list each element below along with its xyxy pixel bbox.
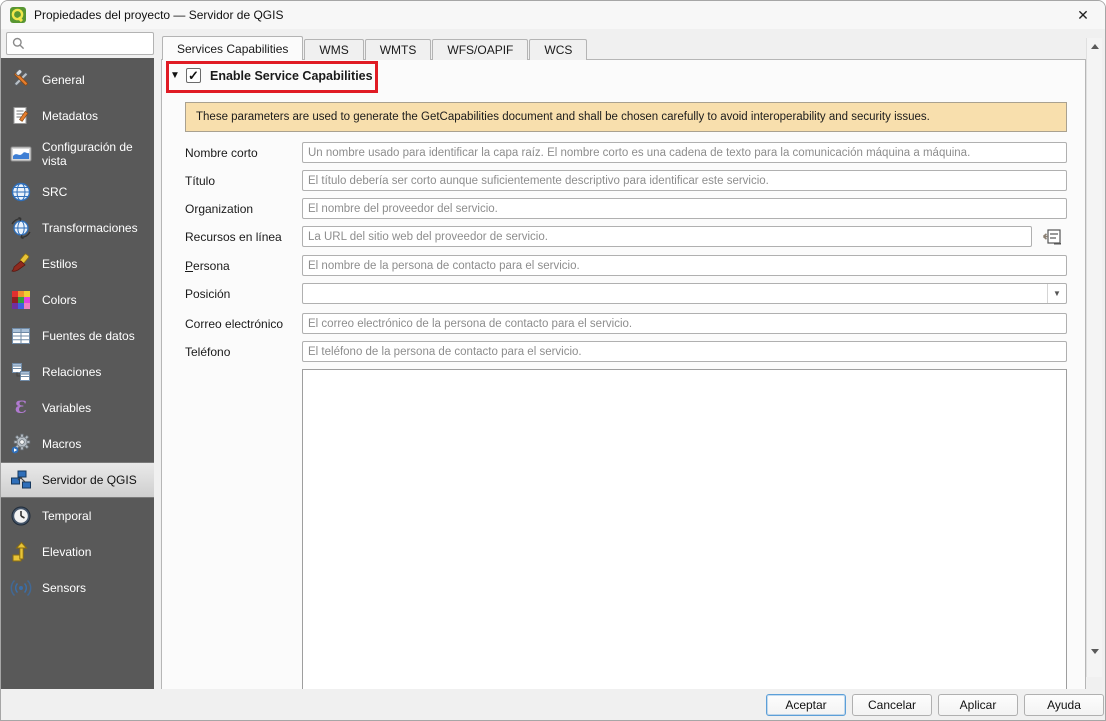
scroll-down-icon[interactable] — [1087, 644, 1103, 659]
abstract-textarea[interactable] — [302, 369, 1067, 692]
enable-service-capabilities-label: Enable Service Capabilities — [210, 69, 373, 83]
line-edit-widget-icon — [1041, 227, 1063, 247]
titulo-label: Título — [185, 174, 215, 188]
sidebar-item-label: Elevation — [42, 545, 91, 559]
telefono-label: Teléfono — [185, 345, 230, 359]
collapse-arrow-icon[interactable]: ▼ — [170, 70, 186, 81]
tab-services-capabilities[interactable]: Services Capabilities — [162, 36, 303, 60]
enable-service-capabilities-header: ▼ ✓ Enable Service Capabilities — [170, 68, 373, 83]
tab-bar: Services Capabilities WMS WMTS WFS/OAPIF… — [162, 36, 588, 60]
sidebar-item-label: General — [42, 73, 85, 87]
sidebar-item-estilos[interactable]: Estilos — [1, 246, 154, 282]
sidebar-item-elevation[interactable]: Elevation — [1, 534, 154, 570]
project-properties-dialog: Propiedades del proyecto — Servidor de Q… — [0, 0, 1106, 721]
sidebar-item-colors[interactable]: Colors — [1, 282, 154, 318]
sidebar-item-label: Temporal — [42, 509, 91, 523]
telefono-input[interactable] — [302, 341, 1067, 362]
sidebar-item-macros[interactable]: Macros — [1, 426, 154, 462]
sidebar-item-label: Estilos — [42, 257, 77, 271]
correo-electronico-input[interactable] — [302, 313, 1067, 334]
signal-icon — [9, 576, 33, 600]
clock-icon — [9, 504, 33, 528]
search-input[interactable] — [25, 33, 153, 54]
organization-label: Organization — [185, 202, 253, 216]
aplicar-button[interactable]: Aplicar — [938, 694, 1018, 716]
aceptar-button[interactable]: Aceptar — [766, 694, 846, 716]
sidebar-item-label: Fuentes de datos — [42, 329, 135, 343]
globe-arrows-icon — [9, 216, 33, 240]
titulo-input[interactable] — [302, 170, 1067, 191]
recursos-en-linea-input[interactable] — [302, 226, 1032, 247]
sidebar-item-label: Relaciones — [42, 365, 101, 379]
chevron-down-icon[interactable]: ▼ — [1047, 284, 1066, 303]
sidebar-item-label: SRC — [42, 185, 67, 199]
sidebar-item-label: Sensors — [42, 581, 86, 595]
document-pencil-icon — [9, 104, 33, 128]
sidebar-item-temporal[interactable]: Temporal — [1, 498, 154, 534]
tables-relation-icon — [9, 360, 33, 384]
persona-label: Persona — [185, 259, 230, 273]
sidebar-item-servidor-de-qgis[interactable]: Servidor de QGIS — [1, 462, 154, 498]
ayuda-button[interactable]: Ayuda — [1024, 694, 1104, 716]
sidebar-item-label: Colors — [42, 293, 77, 307]
title-bar: Propiedades del proyecto — Servidor de Q… — [1, 1, 1105, 29]
sidebar-search — [6, 32, 154, 55]
sidebar-item-label: Macros — [42, 437, 81, 451]
nombre-corto-label: Nombre corto — [185, 146, 258, 160]
search-icon — [12, 37, 25, 50]
sidebar-item-fuentes-de-datos[interactable]: Fuentes de datos — [1, 318, 154, 354]
sidebar-item-variables[interactable]: Ɛ Variables — [1, 390, 154, 426]
tab-wmts[interactable]: WMTS — [365, 39, 432, 60]
sidebar-item-label: Metadatos — [42, 109, 98, 123]
tab-wms[interactable]: WMS — [304, 39, 363, 60]
getcapabilities-warning-banner: These parameters are used to generate th… — [185, 102, 1067, 132]
color-palette-icon — [9, 288, 33, 312]
recursos-en-linea-label: Recursos en línea — [185, 230, 282, 244]
scroll-up-icon[interactable] — [1087, 39, 1103, 54]
enable-service-capabilities-checkbox[interactable]: ✓ — [186, 68, 201, 83]
map-view-icon — [9, 142, 33, 166]
nombre-corto-input[interactable] — [302, 142, 1067, 163]
sidebar-item-sensors[interactable]: Sensors — [1, 570, 154, 606]
elevation-arrow-icon — [9, 540, 33, 564]
paintbrush-icon — [9, 252, 33, 276]
tab-wfs-oapif[interactable]: WFS/OAPIF — [432, 39, 528, 60]
correo-electronico-label: Correo electrónico — [185, 317, 283, 331]
network-computers-icon — [9, 468, 33, 492]
close-icon[interactable]: ✕ — [1061, 1, 1105, 29]
posicion-label: Posición — [185, 287, 230, 301]
sidebar-item-metadatos[interactable]: Metadatos — [1, 98, 154, 134]
table-icon — [9, 324, 33, 348]
sidebar-item-label: Configuración de vista — [42, 140, 154, 168]
vertical-scrollbar[interactable] — [1086, 38, 1102, 677]
sidebar-item-general[interactable]: General — [1, 62, 154, 98]
sidebar-item-src[interactable]: SRC — [1, 174, 154, 210]
dialog-footer: Aceptar Cancelar Aplicar Ayuda — [1, 689, 1105, 720]
organization-input[interactable] — [302, 198, 1067, 219]
sidebar-item-transformaciones[interactable]: Transformaciones — [1, 210, 154, 246]
sidebar-item-relaciones[interactable]: Relaciones — [1, 354, 154, 390]
tab-wcs[interactable]: WCS — [529, 39, 587, 60]
url-widget-button[interactable] — [1038, 223, 1066, 250]
persona-input[interactable] — [302, 255, 1067, 276]
epsilon-icon: Ɛ — [9, 396, 33, 420]
globe-icon — [9, 180, 33, 204]
gear-play-icon — [9, 432, 33, 456]
qgis-logo-icon — [10, 7, 26, 23]
services-capabilities-panel: ▼ ✓ Enable Service Capabilities These pa… — [161, 59, 1086, 691]
sidebar-item-label: Transformaciones — [42, 221, 138, 235]
sidebar-item-label: Variables — [42, 401, 91, 415]
sidebar-item-configuracion-de-vista[interactable]: Configuración de vista — [1, 134, 154, 174]
settings-sidebar: General Metadatos Configuración de vista — [1, 58, 154, 691]
posicion-combobox[interactable]: ▼ — [302, 283, 1067, 304]
window-title: Propiedades del proyecto — Servidor de Q… — [34, 8, 283, 22]
cancelar-button[interactable]: Cancelar — [852, 694, 932, 716]
tools-icon — [9, 68, 33, 92]
sidebar-item-label: Servidor de QGIS — [42, 473, 137, 487]
